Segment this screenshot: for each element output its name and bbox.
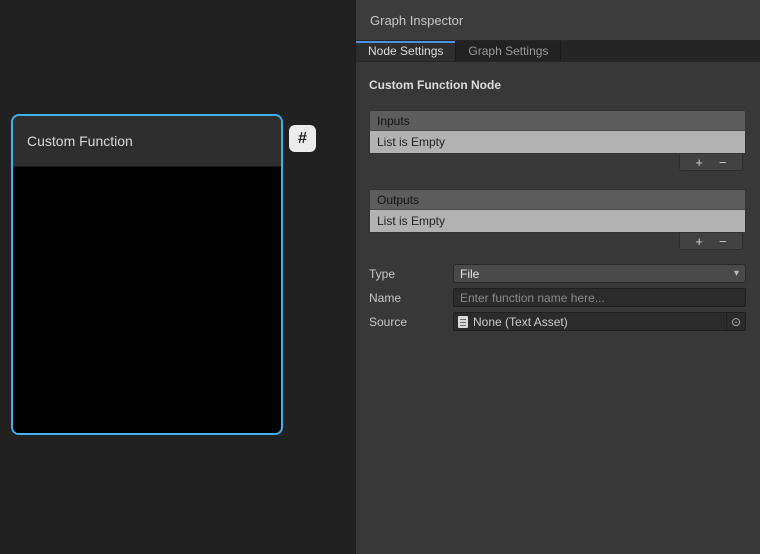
type-label: Type (369, 267, 453, 281)
tab-graph-settings-label: Graph Settings (468, 44, 548, 58)
inputs-list-title: Inputs (377, 114, 410, 128)
object-picker-icon[interactable]: ⊙ (726, 313, 745, 330)
type-row: Type File ▾ (369, 264, 746, 283)
text-asset-icon (458, 316, 468, 328)
name-label: Name (369, 291, 453, 305)
outputs-list-body: List is Empty (369, 210, 746, 233)
inputs-remove-button[interactable]: − (715, 155, 731, 170)
shader-graph-window: Custom Function # Graph Inspector Node S… (0, 0, 760, 554)
outputs-list-footer: + − (369, 233, 746, 250)
inspector-content: Custom Function Node Inputs List is Empt… (356, 62, 760, 331)
inspector-tabbar: Node Settings Graph Settings (356, 41, 760, 62)
inputs-list-header: Inputs (369, 110, 746, 131)
outputs-empty-label: List is Empty (377, 214, 445, 228)
inputs-empty-label: List is Empty (377, 135, 445, 149)
outputs-list-footer-buttons: + − (679, 233, 743, 250)
inputs-list-body: List is Empty (369, 131, 746, 154)
inspector-header[interactable]: Graph Inspector (356, 0, 760, 41)
type-dropdown[interactable]: File ▾ (453, 264, 746, 283)
node-header[interactable]: Custom Function (13, 116, 281, 167)
custom-function-node[interactable]: Custom Function (11, 114, 283, 435)
outputs-list-header: Outputs (369, 189, 746, 210)
name-row: Name (369, 288, 746, 307)
inspector-title: Graph Inspector (370, 13, 463, 28)
node-settings-form: Type File ▾ Name Source None (Text Asset… (369, 264, 746, 331)
chevron-down-icon: ▾ (734, 269, 739, 279)
source-object-field[interactable]: None (Text Asset) ⊙ (453, 312, 746, 331)
hash-badge-glyph: # (298, 130, 307, 148)
inputs-list-footer: + − (369, 154, 746, 171)
source-row: Source None (Text Asset) ⊙ (369, 312, 746, 331)
outputs-list-title: Outputs (377, 193, 419, 207)
outputs-add-button[interactable]: + (691, 234, 707, 249)
tab-graph-settings[interactable]: Graph Settings (456, 41, 561, 61)
outputs-list: Outputs List is Empty + − (369, 189, 746, 250)
node-preview (13, 169, 281, 433)
node-title: Custom Function (27, 133, 133, 149)
graph-inspector-panel: Graph Inspector Node Settings Graph Sett… (355, 0, 760, 554)
source-label: Source (369, 315, 453, 329)
function-name-input[interactable] (453, 288, 746, 307)
inputs-list-footer-buttons: + − (679, 154, 743, 171)
section-title: Custom Function Node (369, 78, 746, 92)
source-object-value: None (Text Asset) (473, 315, 568, 329)
inputs-add-button[interactable]: + (691, 155, 707, 170)
tab-node-settings-label: Node Settings (368, 44, 443, 58)
hash-badge: # (289, 125, 316, 152)
inputs-list: Inputs List is Empty + − (369, 110, 746, 171)
outputs-remove-button[interactable]: − (715, 234, 731, 249)
type-dropdown-value: File (460, 267, 479, 281)
tab-node-settings[interactable]: Node Settings (356, 41, 456, 61)
